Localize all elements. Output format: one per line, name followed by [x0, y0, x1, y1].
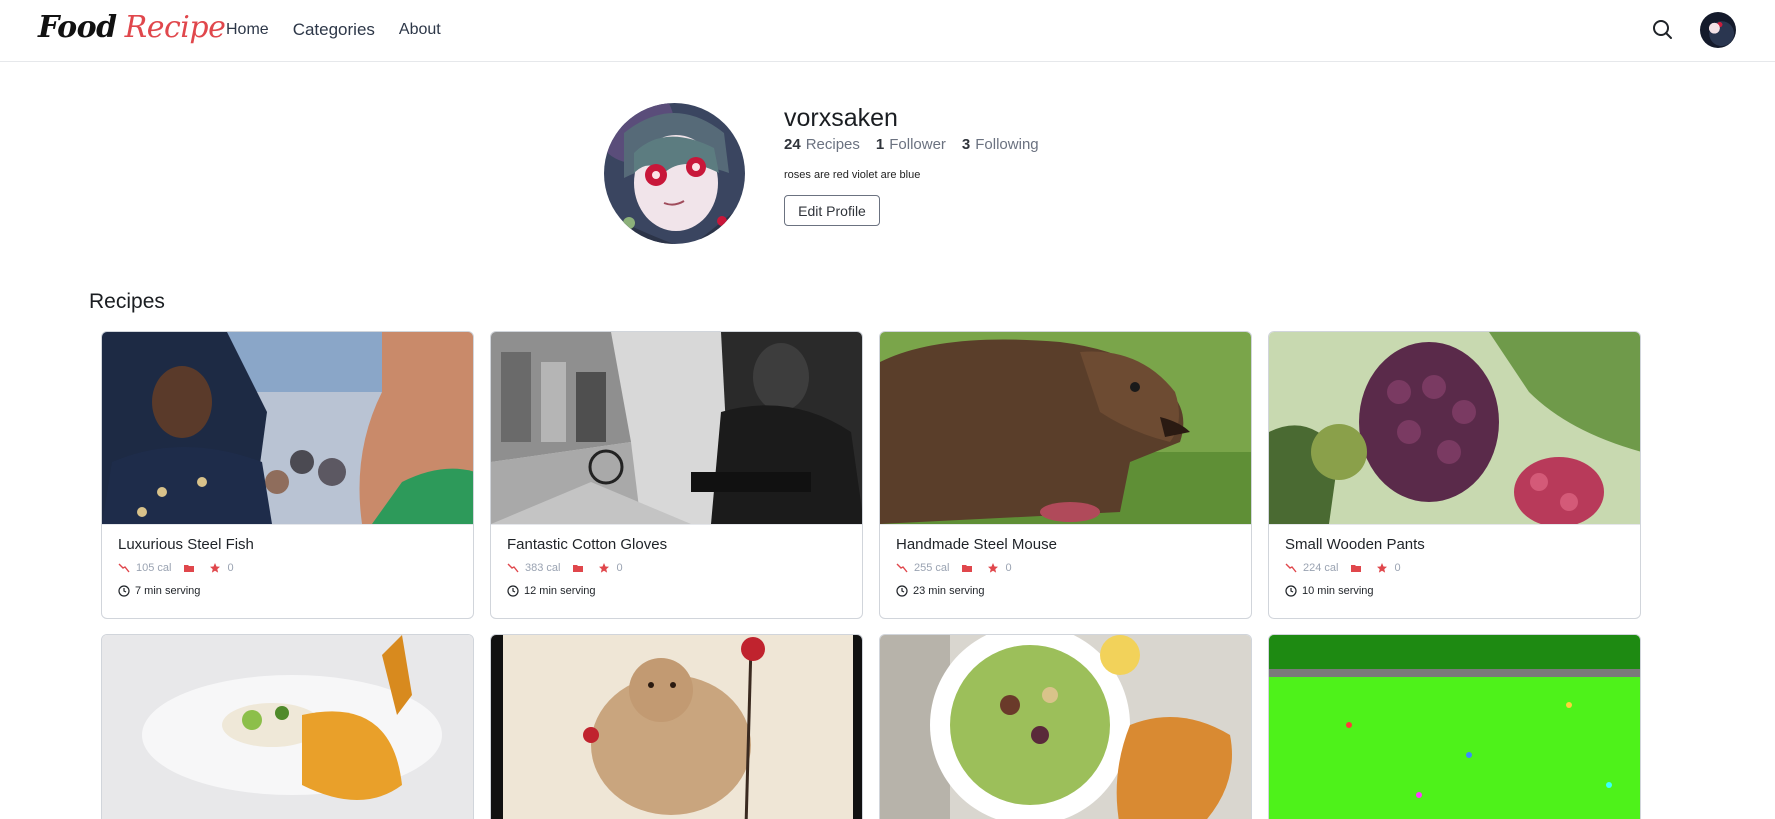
- recipe-card[interactable]: Fantastic Cotton Gloves 383 cal 0 12 min…: [490, 331, 863, 619]
- recipe-title: Handmade Steel Mouse: [896, 536, 1057, 553]
- stat-following[interactable]: 3 Following: [962, 136, 1039, 154]
- section-title-recipes: Recipes: [89, 290, 165, 313]
- star-icon: [988, 563, 999, 573]
- nav-links: Home Categories About: [226, 19, 441, 41]
- recipe-rating: 0: [227, 562, 234, 574]
- recipe-card-body: Small Wooden Pants 224 cal 0 10 min serv…: [1269, 524, 1640, 618]
- search-icon: [1653, 20, 1672, 39]
- profile-stats: 24 Recipes 1 Follower 3 Following: [784, 136, 1039, 154]
- recipe-card-body: Handmade Steel Mouse 255 cal 0 23 min se…: [880, 524, 1251, 618]
- recipe-image: [102, 332, 473, 524]
- recipe-card[interactable]: [879, 634, 1252, 819]
- folder-icon: [1351, 565, 1362, 572]
- recipe-image: [491, 332, 862, 524]
- recipe-calories: 224 cal: [1303, 562, 1339, 574]
- nav-link-categories[interactable]: Categories: [293, 19, 375, 41]
- recipe-serving: 10 min serving: [1285, 584, 1624, 598]
- recipe-card-body: Fantastic Cotton Gloves 383 cal 0 12 min…: [491, 524, 862, 618]
- trend-down-icon: [118, 563, 130, 573]
- recipe-calories: 105 cal: [136, 562, 172, 574]
- recipe-calories: 255 cal: [914, 562, 950, 574]
- recipe-rating: 0: [1005, 562, 1012, 574]
- search-button[interactable]: [1650, 17, 1676, 43]
- folder-icon: [962, 565, 973, 572]
- stat-following-label: Following: [975, 136, 1039, 153]
- brand-logo[interactable]: Food Recipe: [38, 8, 226, 48]
- recipe-card[interactable]: Small Wooden Pants 224 cal 0 10 min serv…: [1268, 331, 1641, 619]
- recipe-image: [1269, 332, 1640, 524]
- recipe-card[interactable]: [101, 634, 474, 819]
- nav-link-home[interactable]: Home: [226, 19, 269, 41]
- recipe-image: [102, 635, 473, 819]
- stat-recipes[interactable]: 24 Recipes: [784, 136, 860, 154]
- recipe-serving-text: 23 min serving: [913, 585, 985, 597]
- recipe-card[interactable]: Luxurious Steel Fish 105 cal 0 7 min ser…: [101, 331, 474, 619]
- stat-followers[interactable]: 1 Follower: [876, 136, 946, 154]
- trend-down-icon: [507, 563, 519, 573]
- brand-part-2: Recipe: [124, 10, 226, 45]
- clock-icon: [507, 585, 519, 597]
- trend-down-icon: [896, 563, 908, 573]
- brand-part-1: Food: [38, 10, 117, 45]
- recipe-image: [1269, 635, 1640, 819]
- recipe-calories: 383 cal: [525, 562, 561, 574]
- recipe-serving-text: 7 min serving: [135, 585, 201, 597]
- recipe-rating: 0: [1394, 562, 1401, 574]
- recipe-serving: 12 min serving: [507, 584, 846, 598]
- star-icon: [210, 563, 221, 573]
- recipe-card[interactable]: Handmade Steel Mouse 255 cal 0 23 min se…: [879, 331, 1252, 619]
- recipe-serving-text: 10 min serving: [1302, 585, 1374, 597]
- recipe-title: Small Wooden Pants: [1285, 536, 1425, 553]
- recipe-card[interactable]: [490, 634, 863, 819]
- edit-profile-button[interactable]: Edit Profile: [784, 195, 880, 226]
- top-navbar: Food Recipe Home Categories About: [0, 0, 1775, 62]
- profile-avatar: [604, 103, 745, 244]
- star-icon: [1377, 563, 1388, 573]
- trend-down-icon: [1285, 563, 1297, 573]
- recipe-image: [880, 332, 1251, 524]
- recipe-meta: 224 cal 0: [1285, 561, 1624, 575]
- profile-username: vorxsaken: [784, 104, 898, 132]
- clock-icon: [118, 585, 130, 597]
- nav-link-about[interactable]: About: [399, 19, 441, 41]
- star-icon: [599, 563, 610, 573]
- recipe-card[interactable]: [1268, 634, 1641, 819]
- user-avatar[interactable]: [1700, 12, 1736, 48]
- recipe-serving-text: 12 min serving: [524, 585, 596, 597]
- recipe-card-body: Luxurious Steel Fish 105 cal 0 7 min ser…: [102, 524, 473, 618]
- recipe-image: [491, 635, 862, 819]
- stat-recipes-label: Recipes: [805, 136, 860, 153]
- recipe-serving: 23 min serving: [896, 584, 1235, 598]
- recipe-serving: 7 min serving: [118, 584, 457, 598]
- clock-icon: [896, 585, 908, 597]
- recipe-title: Fantastic Cotton Gloves: [507, 536, 668, 553]
- clock-icon: [1285, 585, 1297, 597]
- recipe-title: Luxurious Steel Fish: [118, 536, 254, 553]
- recipe-meta: 105 cal 0: [118, 561, 457, 575]
- recipe-meta: 255 cal 0: [896, 561, 1235, 575]
- stat-followers-label: Follower: [889, 136, 946, 153]
- stat-following-count: 3: [961, 136, 971, 153]
- recipe-rating: 0: [616, 562, 623, 574]
- profile-bio: roses are red violet are blue: [784, 169, 921, 181]
- recipe-image: [880, 635, 1251, 819]
- folder-icon: [573, 565, 584, 572]
- stat-recipes-count: 24: [784, 136, 801, 153]
- recipe-meta: 383 cal 0: [507, 561, 846, 575]
- stat-followers-count: 1: [875, 136, 885, 153]
- folder-icon: [184, 565, 195, 572]
